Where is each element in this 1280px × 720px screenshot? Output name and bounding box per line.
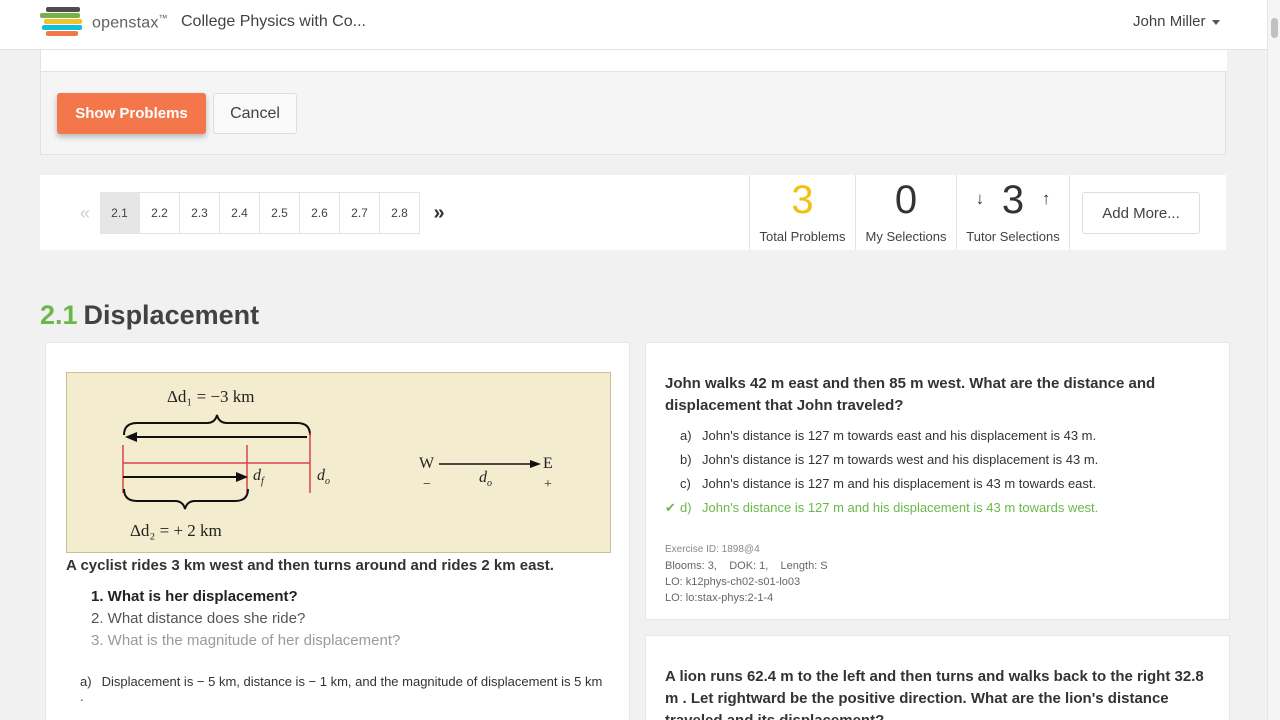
question-item: 2. What distance does she ride?: [91, 610, 306, 627]
learning-objective: LO: lo:stax-phys:2-1-4: [665, 592, 774, 604]
add-more-button[interactable]: Add More...: [1082, 192, 1200, 234]
exercise-card-lion[interactable]: A lion runs 62.4 m to the left and then …: [645, 635, 1230, 720]
my-selections-count: 0: [894, 178, 918, 222]
section-number: 2.1: [40, 300, 78, 330]
increase-arrow-icon[interactable]: ↑: [1036, 189, 1056, 209]
page-scrollbar[interactable]: [1267, 0, 1280, 720]
westward-arrowhead: [125, 432, 137, 442]
section-tab-2-8[interactable]: 2.8: [380, 192, 420, 234]
tutor-selections-count: 3: [1001, 178, 1025, 222]
section-tab-2-3[interactable]: 2.3: [180, 192, 220, 234]
problem-controls-bar: « 2.1 2.2 2.3 2.4 2.5 2.6 2.7 2.8 » 3 To…: [40, 175, 1226, 250]
answer-option-a: a) Displacement is − 5 km, distance is − …: [80, 674, 602, 704]
section-tab-2-5[interactable]: 2.5: [260, 192, 300, 234]
answer-option-c: c) John's distance is 127 m and his displ…: [680, 475, 1098, 499]
answer-text: John's distance is 127 m and his displac…: [702, 476, 1097, 491]
delta-d2-label: Δd₂ = + 2 km: [130, 521, 222, 540]
east-label: E: [543, 455, 553, 472]
answer-text: John's distance is 127 m towards west an…: [702, 452, 1099, 467]
section-heading: 2.1 Displacement: [40, 300, 259, 331]
answer-letter: b): [680, 452, 692, 467]
exercise-question: John walks 42 m east and then 85 m west.…: [665, 375, 1156, 414]
chapter-selection-panel: Show Problems Cancel: [40, 50, 1227, 155]
openstax-logo-icon[interactable]: [40, 7, 86, 37]
brand-name[interactable]: openstax™: [92, 13, 168, 32]
df-label: df: [253, 467, 264, 488]
exercise-card-john[interactable]: John walks 42 m east and then 85 m west.…: [645, 342, 1230, 620]
total-problems-count: 3: [791, 178, 814, 222]
answer-option-b: b) John's distance is 127 m towards west …: [680, 451, 1098, 475]
section-title: Displacement: [83, 300, 260, 330]
displacement-figure: Δd₁ = −3 km Δd₂ = + 2 km df do W E do − …: [66, 372, 611, 553]
my-selections-label: My Selections: [865, 229, 947, 244]
exercise-metadata: Exercise ID: 1898@4 Blooms: 3, DOK: 1, L…: [665, 542, 828, 606]
compass-do-label: do: [479, 469, 492, 490]
question-list: 1. What is her displacement? 2. What dis…: [91, 588, 400, 654]
answer-option-d-correct: ✔ d) John's distance is 127 m and his disp…: [665, 499, 1099, 523]
pager-next-button[interactable]: »: [420, 202, 458, 225]
tutor-selections-label: Tutor Selections: [966, 229, 1060, 244]
show-problems-button[interactable]: Show Problems: [57, 93, 206, 134]
section-pager: « 2.1 2.2 2.3 2.4 2.5 2.6 2.7 2.8 »: [70, 192, 458, 234]
answer-text: John's distance is 127 m and his displac…: [702, 500, 1099, 515]
section-tab-2-1[interactable]: 2.1: [100, 192, 140, 234]
my-selections-stat: 0 My Selections: [855, 175, 956, 250]
exercise-stem: A cyclist rides 3 km west and then turns…: [66, 557, 554, 574]
total-problems-stat: 3 Total Problems: [749, 175, 855, 250]
checkmark-icon: ✔: [665, 500, 676, 515]
answer-text: John's distance is 127 m towards east an…: [702, 428, 1097, 443]
course-title[interactable]: College Physics with Co...: [181, 13, 366, 31]
section-tab-2-4[interactable]: 2.4: [220, 192, 260, 234]
top-navbar: openstax™ College Physics with Co... Joh…: [0, 0, 1267, 50]
panel-top-strip: [41, 50, 1227, 72]
answer-letter: a): [680, 428, 692, 443]
scrollbar-thumb[interactable]: [1271, 18, 1278, 38]
pager-prev-button[interactable]: «: [70, 203, 100, 224]
answer-option-a: a) John's distance is 127 m towards east …: [680, 427, 1098, 451]
section-tab-2-2[interactable]: 2.2: [140, 192, 180, 234]
answer-text: Displacement is − 5 km, distance is − 1 …: [101, 674, 603, 689]
plus-sign: +: [544, 477, 552, 492]
section-tab-2-6[interactable]: 2.6: [300, 192, 340, 234]
total-problems-label: Total Problems: [759, 229, 846, 244]
delta-d1-label: Δd₁ = −3 km: [167, 387, 255, 406]
top-brace: [123, 414, 311, 436]
exercise-question: A lion runs 62.4 m to the left and then …: [665, 668, 1204, 720]
minus-sign: −: [423, 477, 431, 492]
learning-objective: LO: k12phys-ch02-s01-lo03: [665, 576, 801, 588]
question-item: 1. What is her displacement?: [91, 588, 298, 605]
user-name: John Miller: [1133, 13, 1206, 30]
cancel-button[interactable]: Cancel: [213, 93, 297, 134]
west-label: W: [419, 455, 435, 472]
bottom-brace: [123, 488, 249, 510]
tutor-selections-stat: ↓ 3 ↑ Tutor Selections: [956, 175, 1070, 250]
eastward-arrowhead: [236, 472, 248, 482]
question-item: 3. What is the magnitude of her displace…: [91, 632, 401, 649]
exercise-card-cyclist[interactable]: Δd₁ = −3 km Δd₂ = + 2 km df do W E do − …: [45, 342, 630, 720]
compass-arrowhead: [530, 460, 541, 468]
section-tab-2-7[interactable]: 2.7: [340, 192, 380, 234]
do-label: do: [317, 467, 330, 488]
exercise-id: Exercise ID: 1898@4: [665, 544, 760, 555]
exercise-tags: Blooms: 3, DOK: 1, Length: S: [665, 560, 828, 572]
decrease-arrow-icon[interactable]: ↓: [970, 189, 990, 209]
answer-letter: c): [680, 476, 691, 491]
user-menu[interactable]: John Miller: [1133, 13, 1220, 30]
answer-letter: a): [80, 674, 92, 689]
caret-down-icon: [1211, 19, 1220, 25]
answer-options: a) John's distance is 127 m towards east …: [665, 427, 1099, 523]
answer-letter: d): [680, 500, 692, 515]
answer-tail: .: [80, 689, 84, 704]
